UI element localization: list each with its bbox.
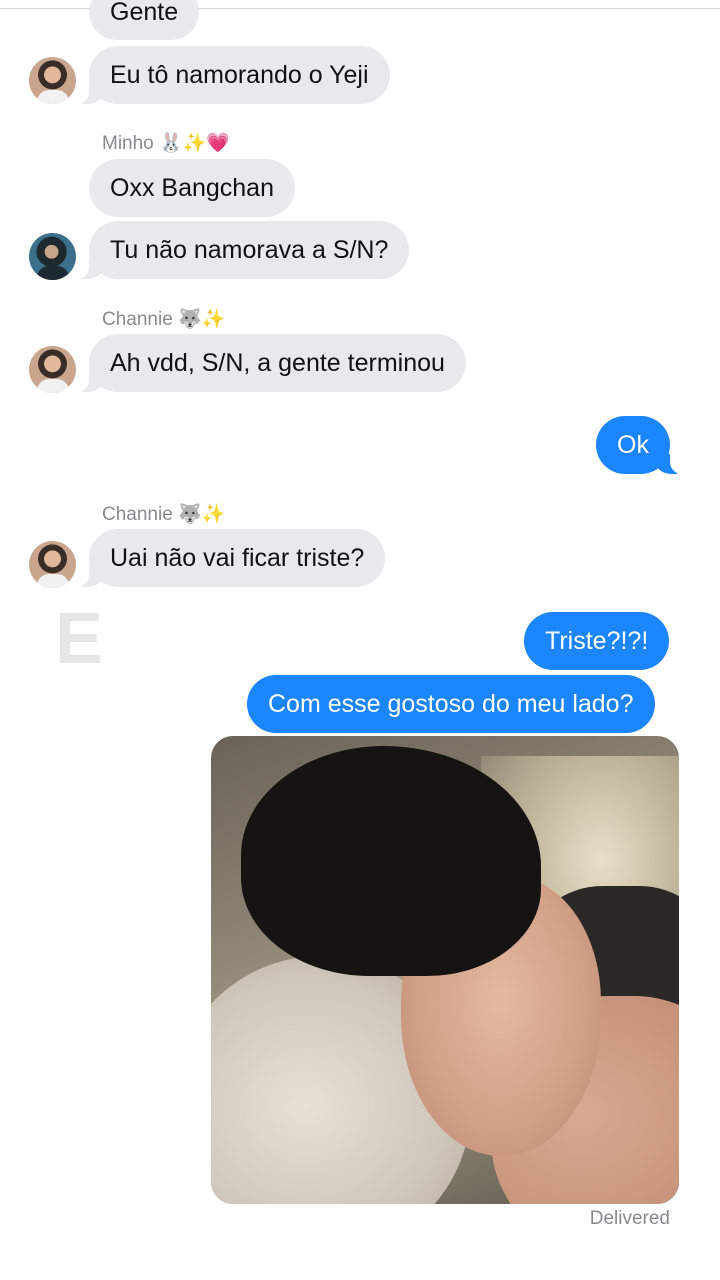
message-bubble-sent[interactable]: Triste?!?! bbox=[524, 612, 670, 670]
message-bubble-received[interactable]: Tu não namorava a S/N? bbox=[76, 221, 410, 279]
message-text: Uai não vai ficar triste? bbox=[110, 544, 365, 572]
sender-name: Minho 🐰✨💗 bbox=[102, 133, 230, 154]
message-bubble-received[interactable]: Eu tô namorando o Yeji bbox=[77, 46, 390, 104]
watermark-letter: E bbox=[55, 599, 104, 679]
message-text: Ok bbox=[617, 431, 649, 459]
sender-name: Channie 🐺✨ bbox=[102, 504, 226, 525]
sender-name: Channie 🐺✨ bbox=[102, 309, 226, 330]
avatar[interactable] bbox=[29, 541, 76, 588]
message-text: Tu não namorava a S/N? bbox=[110, 236, 389, 264]
message-bubble-received[interactable]: Ah vdd, S/N, a gente terminou bbox=[77, 334, 466, 392]
message-bubble-sent[interactable]: Com esse gostoso do meu lado? bbox=[247, 675, 655, 733]
avatar[interactable] bbox=[29, 233, 76, 280]
delivery-status: Delivered bbox=[589, 1208, 670, 1229]
message-text: Ah vdd, S/N, a gente terminou bbox=[110, 349, 445, 377]
photo-attachment[interactable] bbox=[211, 736, 679, 1204]
message-bubble-received[interactable]: Uai não vai ficar triste? bbox=[76, 529, 386, 587]
avatar[interactable] bbox=[29, 346, 76, 393]
message-bubble-received[interactable]: Oxx Bangchan bbox=[89, 159, 295, 217]
message-text: Com esse gostoso do meu lado? bbox=[268, 690, 634, 718]
message-text: Triste?!?! bbox=[545, 627, 649, 655]
message-text: Oxx Bangchan bbox=[110, 174, 274, 202]
message-bubble-received[interactable]: Gente bbox=[89, 0, 200, 40]
message-text: Eu tô namorando o Yeji bbox=[110, 61, 369, 89]
message-bubble-sent[interactable]: Ok bbox=[596, 416, 682, 474]
message-text: Gente bbox=[110, 0, 179, 26]
avatar[interactable] bbox=[29, 57, 76, 104]
